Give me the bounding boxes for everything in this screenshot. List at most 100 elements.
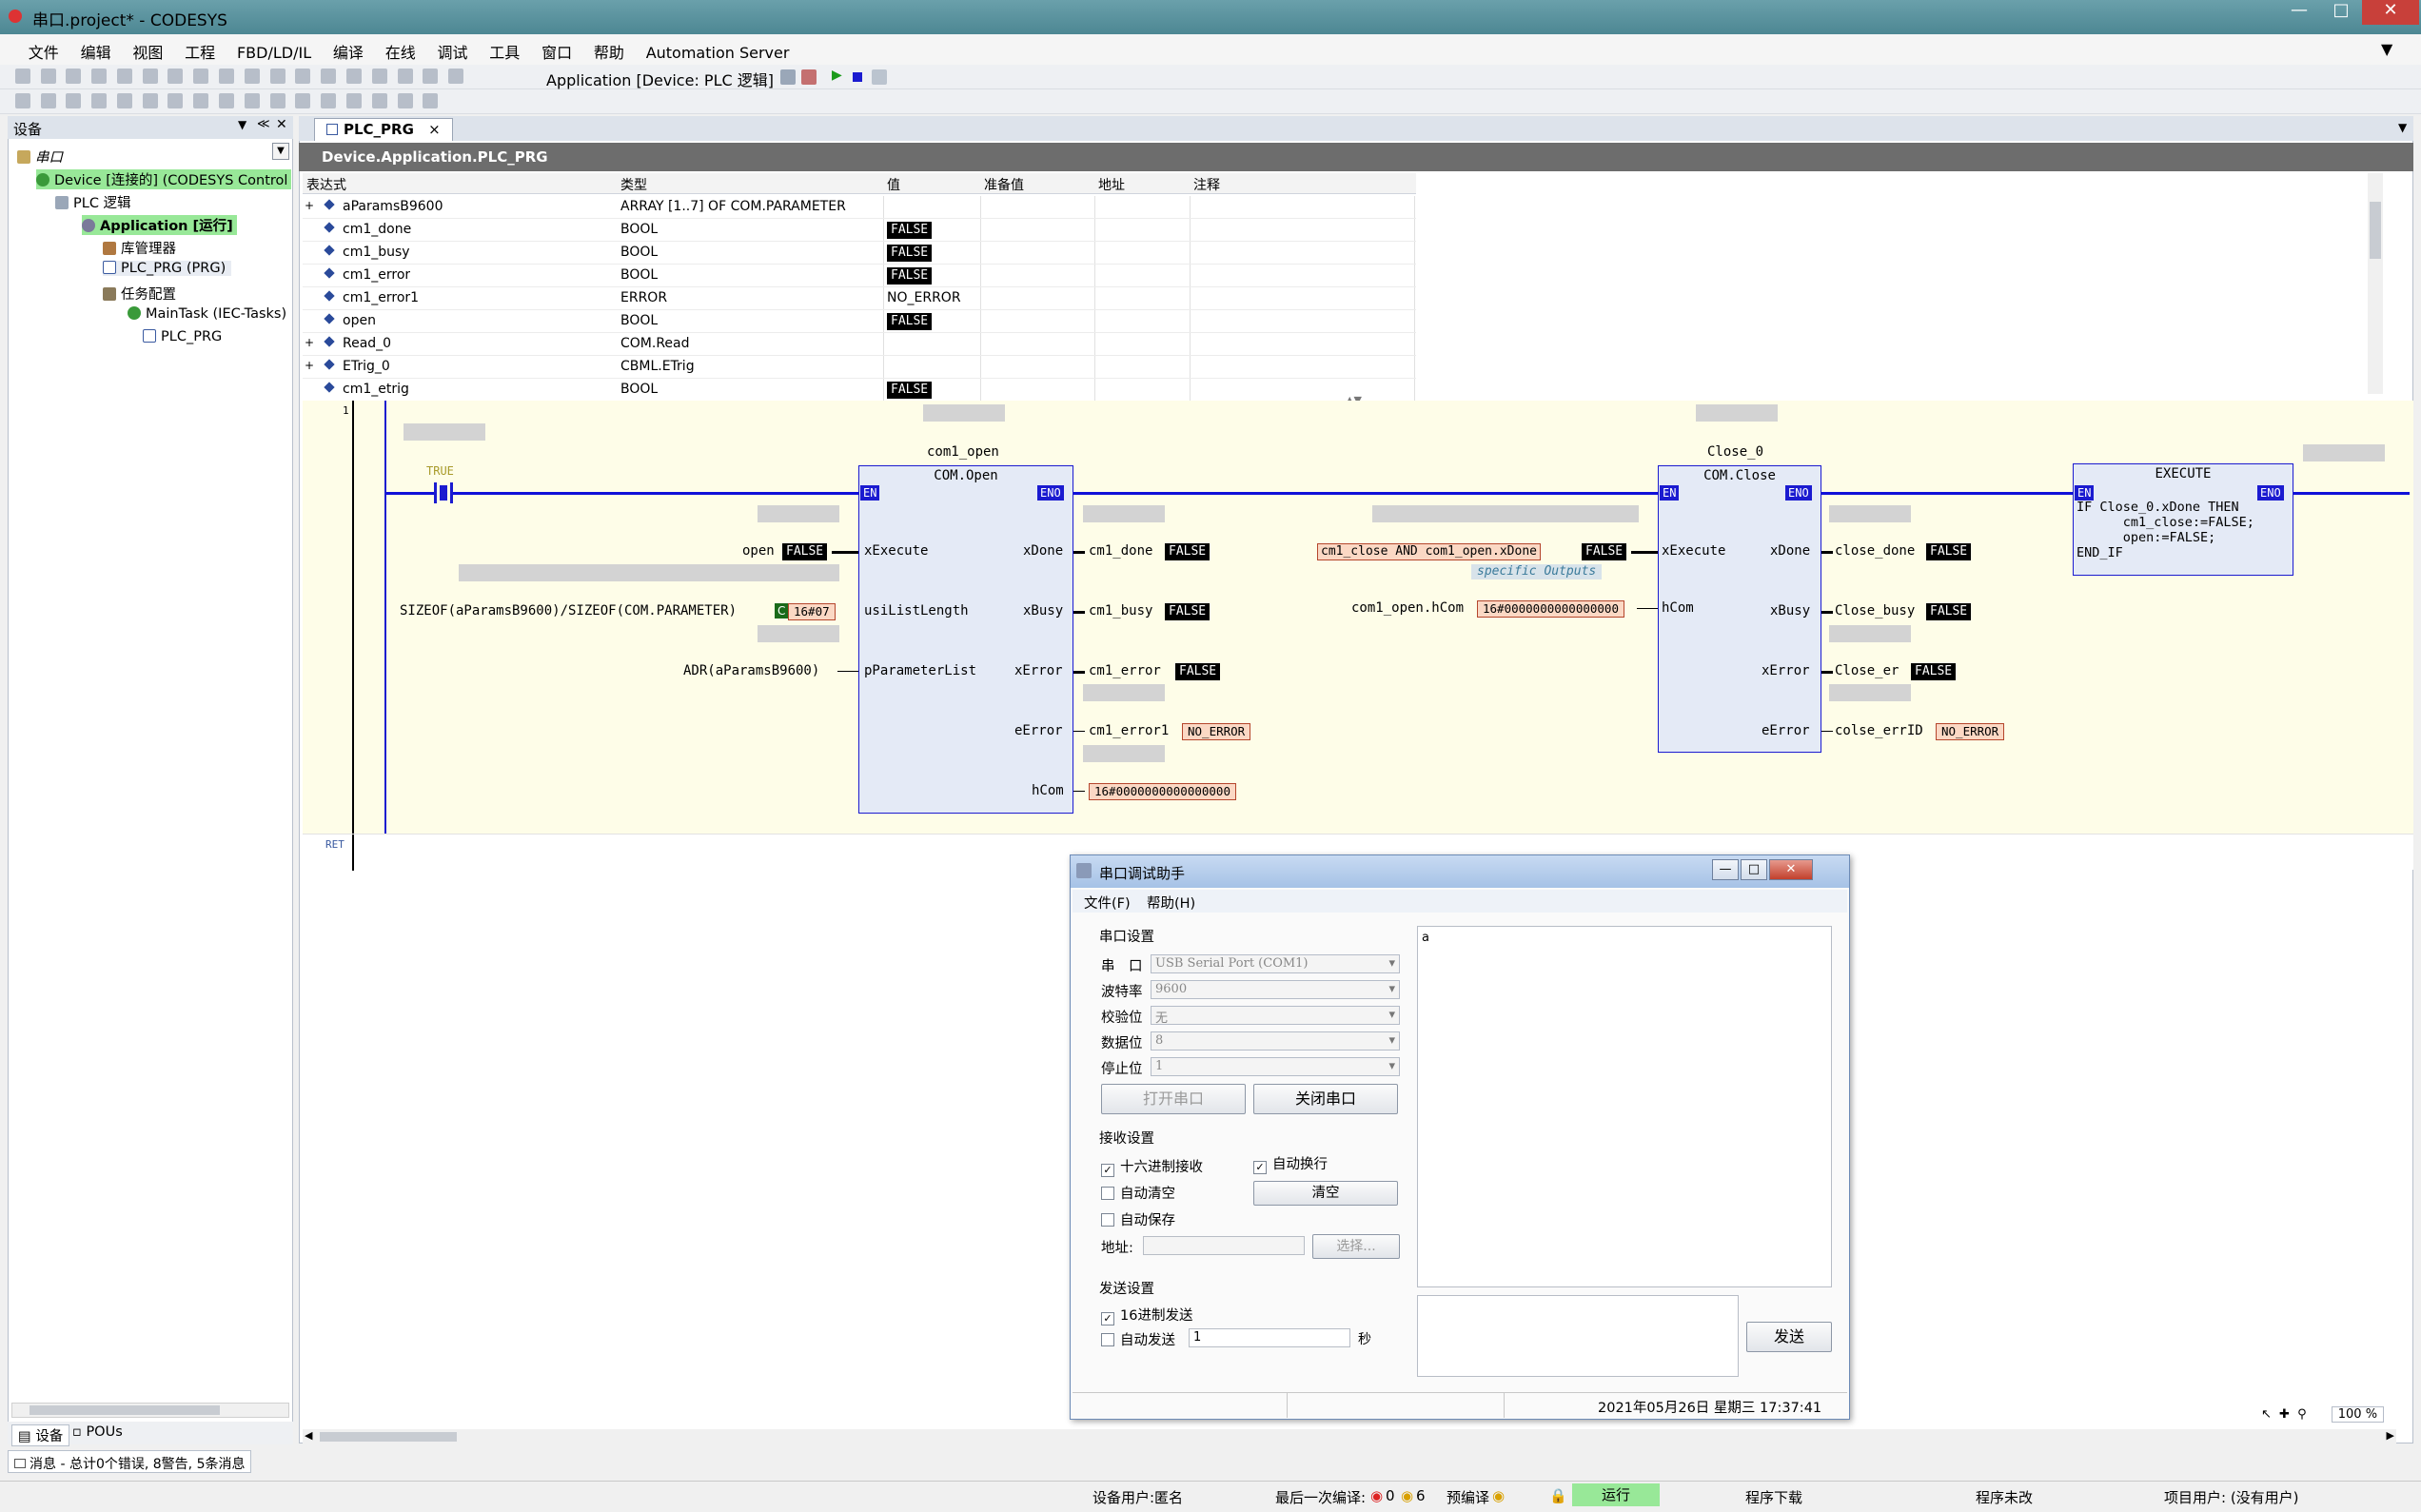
hscroll-right-icon[interactable]: ▶ bbox=[2387, 1429, 2394, 1442]
send-textarea[interactable] bbox=[1417, 1295, 1739, 1377]
expand-icon[interactable]: + bbox=[305, 336, 314, 349]
variable-table-scroll-thumb[interactable] bbox=[2370, 202, 2381, 259]
close-block-instance[interactable]: Close_0 bbox=[1707, 444, 1763, 460]
new-file-icon[interactable] bbox=[14, 69, 30, 84]
active-application-label[interactable]: Application [Device: PLC 逻辑] bbox=[546, 68, 774, 90]
cut-icon[interactable] bbox=[167, 69, 184, 84]
close-port-button[interactable]: 关闭串口 bbox=[1253, 1084, 1398, 1114]
build-icon[interactable] bbox=[423, 69, 439, 84]
editor-tabs-dropdown-icon[interactable]: ▼ bbox=[2398, 121, 2407, 134]
print-icon[interactable] bbox=[91, 69, 108, 84]
replace-icon[interactable] bbox=[295, 69, 311, 84]
close-output-busy[interactable]: Close_busy bbox=[1835, 603, 1915, 619]
tree-item-task-config[interactable]: 任务配置 bbox=[103, 284, 176, 304]
open-output-eerror[interactable]: cm1_error1 bbox=[1089, 723, 1169, 738]
panel-pin-icon[interactable]: ≪ bbox=[257, 117, 270, 131]
execute-code-line[interactable]: open:=FALSE; bbox=[2077, 530, 2216, 545]
tree-item-library[interactable]: 库管理器 bbox=[103, 238, 176, 258]
open-output-error[interactable]: cm1_error bbox=[1089, 663, 1161, 678]
execute-code-line[interactable]: END_IF bbox=[2077, 545, 2123, 560]
insert-parallel-icon[interactable] bbox=[116, 93, 132, 108]
maximize-button[interactable]: □ bbox=[2320, 0, 2362, 25]
pointer-icon[interactable]: ↖ bbox=[2261, 1407, 2272, 1422]
auto-send-checkbox[interactable]: 自动发送 bbox=[1101, 1329, 1175, 1349]
open-output-done[interactable]: cm1_done bbox=[1089, 543, 1152, 559]
variable-table-scrollbar[interactable] bbox=[2368, 173, 2383, 394]
tab-close-icon[interactable]: × bbox=[428, 121, 441, 138]
pan-icon[interactable]: ✚ bbox=[2279, 1407, 2290, 1422]
serial-field-select[interactable]: USB Serial Port (COM1) bbox=[1151, 954, 1400, 973]
menu-online[interactable]: 在线 bbox=[377, 34, 424, 69]
menu-automation-server[interactable]: Automation Server bbox=[638, 38, 798, 68]
tab-plc-prg[interactable]: PLC_PRG × bbox=[314, 118, 453, 141]
bookmark-clear-icon[interactable] bbox=[397, 69, 413, 84]
menu-fbd[interactable]: FBD/LD/IL bbox=[228, 38, 320, 68]
devices-hscroll-thumb[interactable] bbox=[30, 1405, 220, 1415]
minimize-button[interactable]: — bbox=[2278, 0, 2320, 25]
tab-devices[interactable]: ▤ 设备 bbox=[11, 1424, 70, 1446]
true-contact[interactable] bbox=[434, 482, 453, 503]
dialog-minimize-button[interactable]: — bbox=[1712, 859, 1739, 880]
variable-row[interactable]: cm1_error1 ERROR NO_ERROR bbox=[303, 287, 1416, 310]
address-input[interactable] bbox=[1143, 1236, 1305, 1255]
tree-item-task-prg[interactable]: PLC_PRG bbox=[143, 329, 222, 344]
tree-item-plc-prg[interactable]: PLC_PRG (PRG) bbox=[103, 261, 232, 276]
panel-menu-icon[interactable]: ▼ bbox=[238, 118, 246, 131]
open-port-button[interactable]: 打开串口 bbox=[1101, 1084, 1246, 1114]
hscroll-left-icon[interactable]: ◀ bbox=[305, 1429, 312, 1442]
auto-wrap-checkbox[interactable]: ✓ 自动换行 bbox=[1253, 1153, 1328, 1174]
bookmark-icon[interactable] bbox=[321, 69, 337, 84]
variable-row[interactable]: cm1_busy BOOL FALSE bbox=[303, 242, 1416, 265]
expand-icon[interactable]: + bbox=[305, 359, 314, 372]
copy-icon[interactable] bbox=[193, 69, 209, 84]
menu-project[interactable]: 工程 bbox=[176, 34, 224, 69]
tree-item-application[interactable]: Application [运行] bbox=[82, 215, 237, 235]
open-input-open[interactable]: open bbox=[742, 543, 775, 559]
login-icon[interactable] bbox=[780, 69, 796, 85]
serial-field-select[interactable]: 9600 bbox=[1151, 980, 1400, 999]
editor-hscrollbar[interactable]: ◀ ▶ bbox=[303, 1429, 2396, 1444]
delete-icon[interactable] bbox=[244, 69, 260, 84]
open-input-length-expr[interactable]: SIZEOF(aParamsB9600)/SIZEOF(COM.PARAMETE… bbox=[400, 603, 737, 619]
col-comment[interactable]: 注释 bbox=[1193, 175, 1220, 193]
rebuild-icon[interactable] bbox=[448, 69, 464, 84]
insert-contact-icon[interactable] bbox=[66, 93, 82, 108]
clear-button[interactable]: 清空 bbox=[1253, 1181, 1398, 1206]
open-output-busy[interactable]: cm1_busy bbox=[1089, 603, 1152, 619]
close-output-error[interactable]: Close_er bbox=[1835, 663, 1899, 678]
tree-item-device[interactable]: Device [连接的] (CODESYS Control bbox=[36, 169, 292, 189]
menu-tools[interactable]: 工具 bbox=[481, 34, 528, 69]
find-icon[interactable] bbox=[269, 69, 285, 84]
logout-icon[interactable] bbox=[801, 69, 817, 85]
serial-field-select[interactable]: 8 bbox=[1151, 1031, 1400, 1051]
branch-icon[interactable] bbox=[423, 93, 439, 108]
start-icon[interactable]: ▶ bbox=[832, 68, 842, 83]
insert-input-icon[interactable] bbox=[321, 93, 337, 108]
insert-assignment-icon[interactable] bbox=[244, 93, 260, 108]
bookmark-prev-icon[interactable] bbox=[371, 69, 387, 84]
auto-send-interval-input[interactable]: 1 bbox=[1189, 1328, 1350, 1347]
choose-button[interactable]: 选择... bbox=[1312, 1234, 1400, 1259]
hex-receive-checkbox[interactable]: ✓ 十六进制接收 bbox=[1101, 1156, 1203, 1177]
com-open-block[interactable]: COM.Open bbox=[858, 465, 1073, 814]
undo-icon[interactable] bbox=[116, 69, 132, 84]
zoom-level[interactable]: 100 % bbox=[2331, 1406, 2385, 1423]
tree-item-plc[interactable]: PLC 逻辑 bbox=[55, 192, 131, 212]
tree-root-dropdown[interactable]: ▼ bbox=[272, 143, 289, 160]
redo-icon[interactable] bbox=[142, 69, 158, 84]
close-output-eerror[interactable]: colse_errID bbox=[1835, 723, 1923, 738]
dialog-close-button[interactable]: ✕ bbox=[1769, 859, 1813, 880]
insert-coil-icon[interactable] bbox=[142, 93, 158, 108]
hex-send-checkbox[interactable]: ✓ 16进制发送 bbox=[1101, 1305, 1192, 1325]
serial-field-select[interactable]: 无 bbox=[1151, 1006, 1400, 1025]
menu-edit[interactable]: 编辑 bbox=[72, 34, 120, 69]
insert-set-coil-icon[interactable] bbox=[167, 93, 184, 108]
insert-box-icon[interactable] bbox=[219, 93, 235, 108]
save-icon[interactable] bbox=[66, 69, 82, 84]
panel-close-icon[interactable]: ✕ bbox=[276, 117, 287, 132]
close-input-exec-expr[interactable]: cm1_close AND com1_open.xDone bbox=[1317, 543, 1541, 560]
edge-detect-icon[interactable] bbox=[371, 93, 387, 108]
set-reset-icon[interactable] bbox=[397, 93, 413, 108]
insert-reset-coil-icon[interactable] bbox=[193, 93, 209, 108]
stop-icon[interactable] bbox=[853, 72, 862, 82]
